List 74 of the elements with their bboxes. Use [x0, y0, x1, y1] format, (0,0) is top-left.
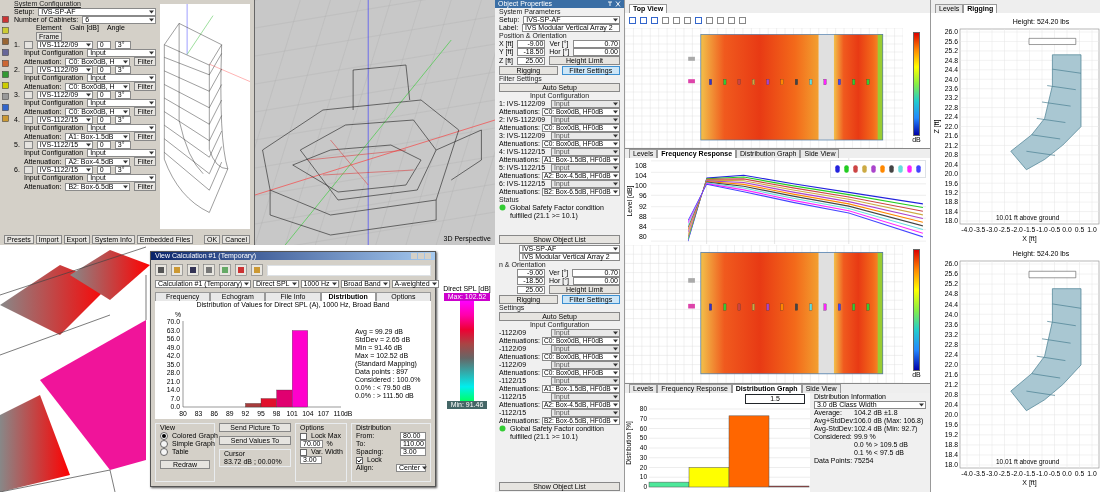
radio-button[interactable] [160, 440, 168, 448]
checkbox[interactable] [356, 456, 363, 464]
caret-icon [613, 18, 618, 22]
caret-icon [123, 84, 129, 89]
speaker-marker [723, 303, 727, 311]
caret-icon [149, 176, 154, 180]
toolbar-icon[interactable] [235, 264, 247, 276]
caret-icon [149, 101, 154, 105]
status-ok-icon [499, 425, 506, 432]
speaker-marker [709, 303, 712, 311]
status-ok-icon [499, 204, 506, 211]
array-marker [688, 56, 695, 61]
caret-icon [123, 184, 129, 189]
speaker-marker [809, 79, 813, 85]
speaker-marker [852, 303, 856, 311]
caret-icon [382, 282, 388, 286]
speaker-marker [838, 303, 841, 311]
element-button[interactable] [23, 66, 33, 74]
checkbox[interactable] [300, 448, 307, 456]
speaker-marker [823, 79, 827, 85]
speaker-marker [766, 303, 770, 311]
speaker-marker [795, 303, 798, 311]
speaker-marker [838, 79, 841, 85]
caret-icon [149, 51, 154, 55]
speaker-marker [795, 79, 798, 85]
element-button[interactable] [23, 166, 33, 174]
caret-icon [244, 282, 250, 286]
radio-button[interactable] [160, 432, 168, 440]
toolbar-icon[interactable] [187, 264, 199, 276]
caret-icon [149, 76, 154, 80]
speaker-marker [866, 79, 870, 85]
caret-icon [123, 59, 129, 64]
element-button[interactable] [23, 141, 33, 149]
pin-close-icon[interactable] [607, 1, 621, 7]
speaker-marker [723, 79, 727, 85]
toolbar-icon[interactable] [155, 264, 167, 276]
speaker-marker [752, 79, 755, 85]
caret-icon [85, 68, 91, 72]
caret-icon [919, 403, 924, 407]
element-button[interactable] [23, 116, 33, 124]
speaker-marker [852, 79, 856, 85]
caret-icon [149, 151, 154, 155]
speaker-marker [766, 79, 770, 85]
slider-field[interactable] [267, 264, 431, 276]
caret-icon [85, 143, 91, 147]
array-marker [688, 278, 695, 283]
caret-icon [422, 466, 427, 470]
speaker-marker [780, 303, 784, 311]
speaker-marker [737, 79, 741, 85]
caret-icon [291, 282, 297, 286]
caret-icon [123, 134, 129, 139]
caret-icon [85, 118, 91, 122]
caret-icon [85, 93, 91, 97]
caret-icon [431, 282, 437, 286]
caret-icon [613, 247, 618, 251]
speaker-marker [752, 303, 755, 311]
radio-button[interactable] [160, 448, 168, 456]
checkbox[interactable] [300, 432, 307, 440]
speaker-marker [709, 79, 712, 85]
caret-icon [123, 159, 129, 164]
element-button[interactable] [23, 91, 33, 99]
array-marker [688, 79, 695, 84]
caret-icon [123, 109, 129, 114]
speaker-marker [809, 303, 813, 311]
array-marker [688, 303, 695, 309]
speaker-marker [780, 79, 784, 85]
element-button[interactable] [23, 41, 33, 49]
caret-icon [149, 126, 154, 130]
caret-icon [331, 282, 337, 286]
caret-icon [85, 168, 91, 172]
speaker-marker [737, 303, 741, 311]
caret-icon [85, 43, 91, 47]
speaker-marker [823, 303, 827, 311]
speaker-marker [866, 303, 870, 311]
